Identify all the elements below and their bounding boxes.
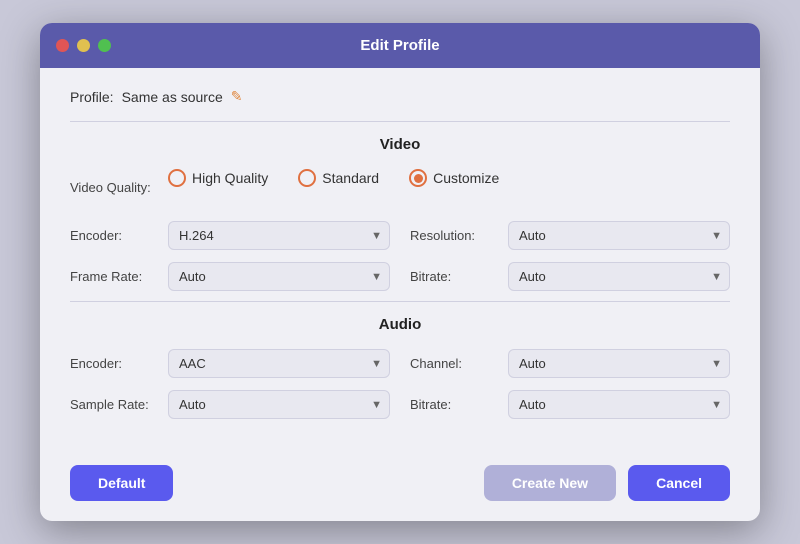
video-quality-label: Video Quality: [70,180,160,195]
video-framerate-row: Frame Rate: Auto 24 30 60 ▼ [70,262,390,291]
radio-label-standard: Standard [322,170,379,186]
radio-circle-high [168,169,186,187]
audio-encoder-select[interactable]: AAC MP3 OPUS [168,349,390,378]
footer-right-buttons: Create New Cancel [484,465,730,501]
video-bitrate-select[interactable]: Auto 1000 2000 [508,262,730,291]
window-controls [56,39,111,52]
audio-bitrate-select-wrapper: Auto 128k 256k ▼ [508,390,730,419]
dialog-content: Profile: Same as source ✎ Video Video Qu… [40,68,760,449]
video-encoder-row: Encoder: H.264 H.265 VP9 ▼ [70,221,390,250]
audio-settings-grid: Encoder: AAC MP3 OPUS ▼ Channel: Auto Mo… [70,349,730,419]
video-resolution-row: Resolution: Auto 1080p 720p ▼ [410,221,730,250]
video-encoder-select-wrapper: H.264 H.265 VP9 ▼ [168,221,390,250]
divider-top [70,121,730,122]
audio-samplerate-row: Sample Rate: Auto 44100 48000 ▼ [70,390,390,419]
window-title: Edit Profile [360,37,439,54]
radio-high-quality[interactable]: High Quality [168,169,268,187]
audio-samplerate-select[interactable]: Auto 44100 48000 [168,390,390,419]
audio-channel-select-wrapper: Auto Mono Stereo ▼ [508,349,730,378]
create-new-button[interactable]: Create New [484,465,616,501]
radio-standard[interactable]: Standard [298,169,379,187]
titlebar: Edit Profile [40,23,760,68]
audio-samplerate-select-wrapper: Auto 44100 48000 ▼ [168,390,390,419]
cancel-button[interactable]: Cancel [628,465,730,501]
profile-value: Same as source [122,89,223,105]
audio-encoder-row: Encoder: AAC MP3 OPUS ▼ [70,349,390,378]
dialog-footer: Default Create New Cancel [40,449,760,521]
video-quality-row: Video Quality: High Quality Standard Cus… [70,169,730,205]
audio-channel-select[interactable]: Auto Mono Stereo [508,349,730,378]
video-bitrate-row: Bitrate: Auto 1000 2000 ▼ [410,262,730,291]
audio-bitrate-row: Bitrate: Auto 128k 256k ▼ [410,390,730,419]
video-bitrate-label: Bitrate: [410,269,500,284]
edit-icon[interactable]: ✎ [231,88,243,105]
video-resolution-select-wrapper: Auto 1080p 720p ▼ [508,221,730,250]
video-encoder-select[interactable]: H.264 H.265 VP9 [168,221,390,250]
profile-row: Profile: Same as source ✎ [70,88,730,105]
close-button[interactable] [56,39,69,52]
video-resolution-select[interactable]: Auto 1080p 720p [508,221,730,250]
audio-channel-label: Channel: [410,356,500,371]
audio-bitrate-label: Bitrate: [410,397,500,412]
video-encoder-label: Encoder: [70,228,160,243]
audio-encoder-select-wrapper: AAC MP3 OPUS ▼ [168,349,390,378]
default-button[interactable]: Default [70,465,173,501]
radio-customize[interactable]: Customize [409,169,499,187]
video-quality-radio-group: High Quality Standard Customize [168,169,499,187]
video-framerate-label: Frame Rate: [70,269,160,284]
maximize-button[interactable] [98,39,111,52]
radio-circle-standard [298,169,316,187]
radio-label-high: High Quality [192,170,268,186]
video-section-title: Video [70,136,730,153]
audio-encoder-label: Encoder: [70,356,160,371]
video-resolution-label: Resolution: [410,228,500,243]
profile-label: Profile: [70,89,114,105]
video-framerate-select-wrapper: Auto 24 30 60 ▼ [168,262,390,291]
video-framerate-select[interactable]: Auto 24 30 60 [168,262,390,291]
audio-section-title: Audio [70,316,730,333]
audio-bitrate-select[interactable]: Auto 128k 256k [508,390,730,419]
divider-audio [70,301,730,302]
audio-channel-row: Channel: Auto Mono Stereo ▼ [410,349,730,378]
audio-samplerate-label: Sample Rate: [70,397,160,412]
minimize-button[interactable] [77,39,90,52]
radio-circle-customize [409,169,427,187]
video-settings-grid: Encoder: H.264 H.265 VP9 ▼ Resolution: A… [70,221,730,291]
video-bitrate-select-wrapper: Auto 1000 2000 ▼ [508,262,730,291]
radio-label-customize: Customize [433,170,499,186]
edit-profile-window: Edit Profile Profile: Same as source ✎ V… [40,23,760,521]
